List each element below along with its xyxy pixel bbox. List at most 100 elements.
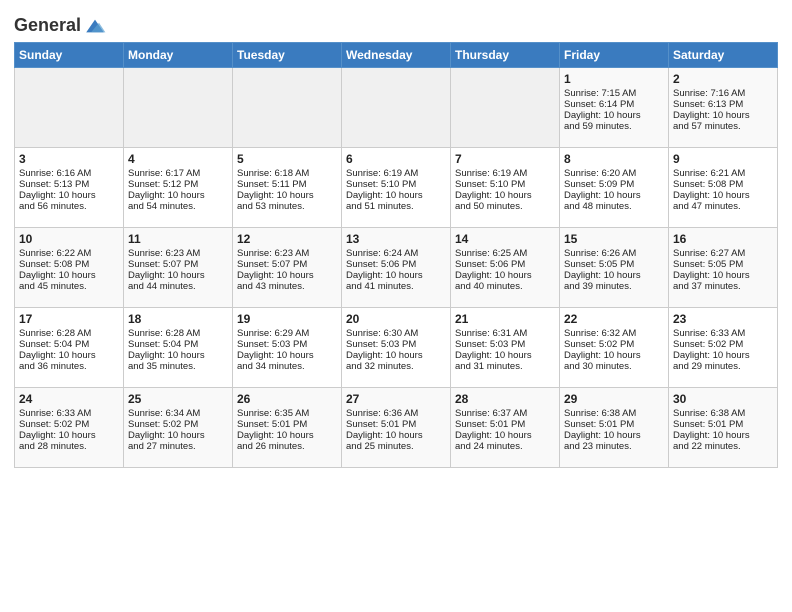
day-number: 27 — [346, 392, 446, 406]
calendar-cell: 1Sunrise: 7:15 AMSunset: 6:14 PMDaylight… — [560, 68, 669, 148]
day-info-line: Sunset: 5:02 PM — [564, 339, 664, 350]
day-info-line: and 34 minutes. — [237, 361, 337, 372]
day-number: 6 — [346, 152, 446, 166]
day-info-line: Daylight: 10 hours — [346, 190, 446, 201]
day-info-line: Daylight: 10 hours — [564, 350, 664, 361]
calendar-table: SundayMondayTuesdayWednesdayThursdayFrid… — [14, 42, 778, 468]
day-number: 16 — [673, 232, 773, 246]
day-number: 20 — [346, 312, 446, 326]
day-info-line: Sunrise: 6:18 AM — [237, 168, 337, 179]
day-info-line: Daylight: 10 hours — [564, 110, 664, 121]
calendar-cell: 28Sunrise: 6:37 AMSunset: 5:01 PMDayligh… — [451, 388, 560, 468]
day-number: 7 — [455, 152, 555, 166]
day-info-line: Daylight: 10 hours — [237, 190, 337, 201]
calendar-cell: 20Sunrise: 6:30 AMSunset: 5:03 PMDayligh… — [342, 308, 451, 388]
day-info-line: and 23 minutes. — [564, 441, 664, 452]
calendar-cell — [342, 68, 451, 148]
day-info-line: and 47 minutes. — [673, 201, 773, 212]
calendar-cell: 22Sunrise: 6:32 AMSunset: 5:02 PMDayligh… — [560, 308, 669, 388]
week-row-4: 17Sunrise: 6:28 AMSunset: 5:04 PMDayligh… — [15, 308, 778, 388]
day-info-line: Daylight: 10 hours — [455, 350, 555, 361]
day-info-line: Sunrise: 6:16 AM — [19, 168, 119, 179]
day-info-line: Sunset: 5:05 PM — [673, 259, 773, 270]
day-info-line: Daylight: 10 hours — [673, 350, 773, 361]
day-info-line: and 25 minutes. — [346, 441, 446, 452]
day-info-line: Daylight: 10 hours — [19, 190, 119, 201]
week-row-1: 1Sunrise: 7:15 AMSunset: 6:14 PMDaylight… — [15, 68, 778, 148]
day-info-line: and 35 minutes. — [128, 361, 228, 372]
logo-icon — [83, 14, 107, 38]
day-info-line: and 29 minutes. — [673, 361, 773, 372]
day-info-line: Daylight: 10 hours — [128, 430, 228, 441]
day-info-line: Sunset: 5:05 PM — [564, 259, 664, 270]
calendar-cell: 16Sunrise: 6:27 AMSunset: 5:05 PMDayligh… — [669, 228, 778, 308]
day-info-line: Sunset: 5:01 PM — [673, 419, 773, 430]
day-info-line: Sunset: 5:04 PM — [19, 339, 119, 350]
day-info-line: Sunset: 5:07 PM — [237, 259, 337, 270]
day-number: 9 — [673, 152, 773, 166]
day-info-line: and 41 minutes. — [346, 281, 446, 292]
day-info-line: Daylight: 10 hours — [455, 430, 555, 441]
week-row-3: 10Sunrise: 6:22 AMSunset: 5:08 PMDayligh… — [15, 228, 778, 308]
calendar-cell — [233, 68, 342, 148]
day-number: 18 — [128, 312, 228, 326]
day-info-line: and 54 minutes. — [128, 201, 228, 212]
calendar-cell: 26Sunrise: 6:35 AMSunset: 5:01 PMDayligh… — [233, 388, 342, 468]
calendar-cell: 3Sunrise: 6:16 AMSunset: 5:13 PMDaylight… — [15, 148, 124, 228]
day-info-line: Daylight: 10 hours — [346, 350, 446, 361]
calendar-cell: 10Sunrise: 6:22 AMSunset: 5:08 PMDayligh… — [15, 228, 124, 308]
day-info-line: Daylight: 10 hours — [128, 190, 228, 201]
day-info-line: Sunrise: 6:22 AM — [19, 248, 119, 259]
day-info-line: Daylight: 10 hours — [19, 430, 119, 441]
header-row: General — [14, 10, 778, 38]
day-info-line: Sunrise: 6:31 AM — [455, 328, 555, 339]
calendar-cell: 8Sunrise: 6:20 AMSunset: 5:09 PMDaylight… — [560, 148, 669, 228]
weekday-header-thursday: Thursday — [451, 43, 560, 68]
day-info-line: and 45 minutes. — [19, 281, 119, 292]
day-info-line: Sunrise: 6:21 AM — [673, 168, 773, 179]
day-info-line: Sunset: 5:02 PM — [19, 419, 119, 430]
weekday-header-friday: Friday — [560, 43, 669, 68]
day-info-line: Sunrise: 6:29 AM — [237, 328, 337, 339]
day-number: 30 — [673, 392, 773, 406]
day-number: 19 — [237, 312, 337, 326]
day-info-line: and 24 minutes. — [455, 441, 555, 452]
day-info-line: Daylight: 10 hours — [19, 270, 119, 281]
day-info-line: and 26 minutes. — [237, 441, 337, 452]
day-info-line: Daylight: 10 hours — [564, 190, 664, 201]
day-info-line: Sunrise: 6:36 AM — [346, 408, 446, 419]
day-info-line: Daylight: 10 hours — [346, 270, 446, 281]
day-number: 5 — [237, 152, 337, 166]
day-info-line: Sunrise: 7:15 AM — [564, 88, 664, 99]
day-info-line: and 40 minutes. — [455, 281, 555, 292]
week-row-5: 24Sunrise: 6:33 AMSunset: 5:02 PMDayligh… — [15, 388, 778, 468]
day-number: 11 — [128, 232, 228, 246]
day-info-line: and 27 minutes. — [128, 441, 228, 452]
calendar-cell: 2Sunrise: 7:16 AMSunset: 6:13 PMDaylight… — [669, 68, 778, 148]
day-info-line: Sunset: 5:11 PM — [237, 179, 337, 190]
calendar-cell — [124, 68, 233, 148]
day-info-line: Sunset: 5:02 PM — [128, 419, 228, 430]
day-info-line: Sunset: 5:01 PM — [237, 419, 337, 430]
day-info-line: Sunrise: 6:33 AM — [19, 408, 119, 419]
day-number: 13 — [346, 232, 446, 246]
day-info-line: and 56 minutes. — [19, 201, 119, 212]
week-row-2: 3Sunrise: 6:16 AMSunset: 5:13 PMDaylight… — [15, 148, 778, 228]
calendar-cell: 18Sunrise: 6:28 AMSunset: 5:04 PMDayligh… — [124, 308, 233, 388]
day-info-line: Sunset: 5:08 PM — [673, 179, 773, 190]
day-info-line: Sunset: 5:02 PM — [673, 339, 773, 350]
weekday-header-monday: Monday — [124, 43, 233, 68]
day-info-line: and 44 minutes. — [128, 281, 228, 292]
day-number: 21 — [455, 312, 555, 326]
day-number: 28 — [455, 392, 555, 406]
day-number: 3 — [19, 152, 119, 166]
calendar-container: General SundayMondayTuesdayWednesdayThur… — [0, 0, 792, 478]
day-number: 17 — [19, 312, 119, 326]
day-info-line: and 50 minutes. — [455, 201, 555, 212]
day-info-line: Sunset: 5:03 PM — [455, 339, 555, 350]
day-number: 12 — [237, 232, 337, 246]
weekday-header-tuesday: Tuesday — [233, 43, 342, 68]
calendar-cell: 6Sunrise: 6:19 AMSunset: 5:10 PMDaylight… — [342, 148, 451, 228]
day-info-line: Sunset: 5:06 PM — [346, 259, 446, 270]
calendar-cell: 11Sunrise: 6:23 AMSunset: 5:07 PMDayligh… — [124, 228, 233, 308]
